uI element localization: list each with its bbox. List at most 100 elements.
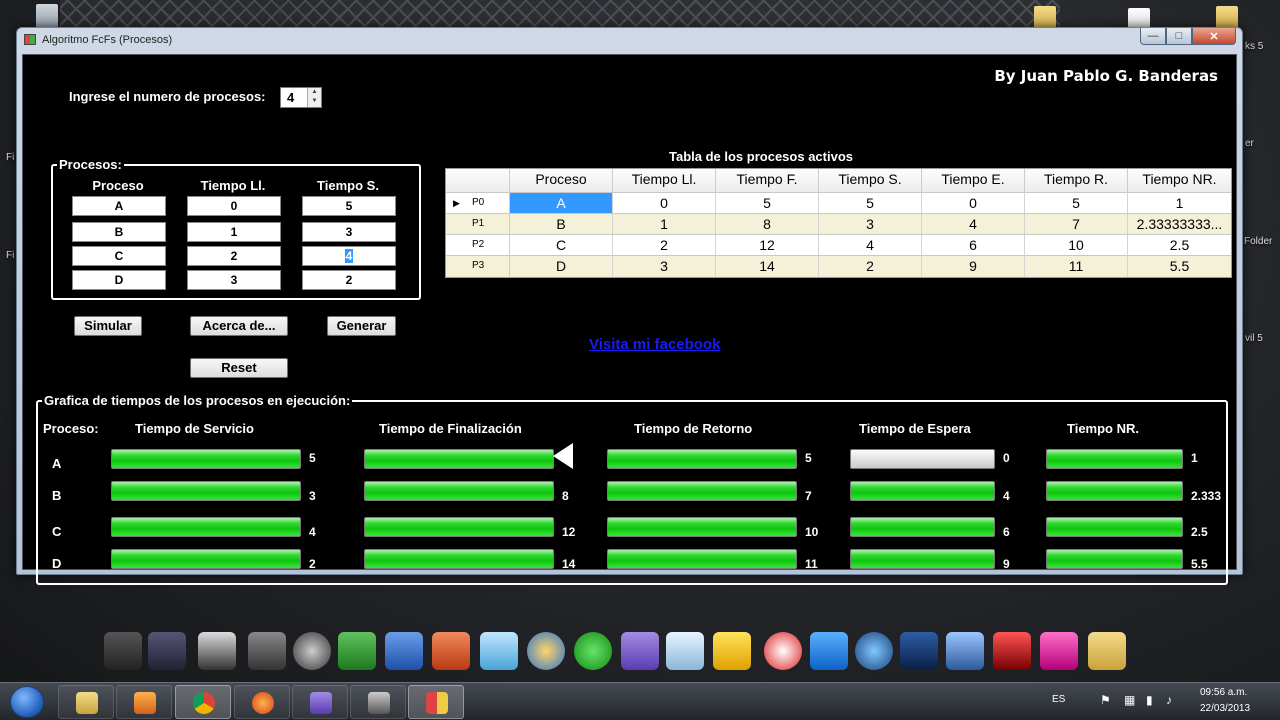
powerpoint-icon[interactable] — [432, 632, 470, 670]
table-cell[interactable]: C — [510, 235, 613, 255]
table-cell[interactable]: 1 — [1128, 193, 1231, 213]
proceso-field[interactable]: A — [72, 196, 166, 216]
table-cell[interactable]: 14 — [716, 256, 819, 277]
llegada-field[interactable]: 2 — [187, 246, 281, 266]
taskbar-chrome[interactable] — [175, 685, 231, 719]
row-header[interactable]: P2 — [446, 235, 510, 255]
column-header[interactable]: Tiempo NR. — [1128, 169, 1231, 192]
table-cell[interactable]: 6 — [922, 235, 1025, 255]
taskbar-fcfs-app[interactable] — [408, 685, 464, 719]
taskbar-app[interactable] — [350, 685, 406, 719]
generar-button[interactable]: Generar — [327, 316, 396, 336]
taskbar-firefox[interactable] — [234, 685, 290, 719]
table-cell[interactable]: 12 — [716, 235, 819, 255]
clock-date[interactable]: 22/03/2013 — [1200, 703, 1250, 714]
column-header[interactable]: Tiempo Ll. — [613, 169, 716, 192]
table-cell[interactable]: 2 — [613, 235, 716, 255]
llegada-field[interactable]: 3 — [187, 270, 281, 290]
dock-app-icon[interactable] — [993, 632, 1031, 670]
dock-app-icon[interactable] — [855, 632, 893, 670]
maximize-button[interactable]: □ — [1166, 28, 1192, 45]
dock-app-icon[interactable] — [1088, 632, 1126, 670]
taskbar-media[interactable] — [116, 685, 172, 719]
servicio-field[interactable]: 2 — [302, 270, 396, 290]
table-cell[interactable]: 5 — [1025, 193, 1128, 213]
teamviewer-icon[interactable] — [810, 632, 848, 670]
table-cell[interactable]: 7 — [1025, 214, 1128, 234]
taskbar-visual-studio[interactable] — [292, 685, 348, 719]
dock-app-icon[interactable] — [198, 632, 236, 670]
process-table[interactable]: Proceso Tiempo Ll. Tiempo F. Tiempo S. T… — [445, 168, 1232, 278]
acerca-button[interactable]: Acerca de... — [190, 316, 288, 336]
utorrent-icon[interactable] — [574, 632, 612, 670]
row-header[interactable]: P1 — [446, 214, 510, 234]
servicio-field-selected[interactable]: 4 — [302, 246, 396, 266]
llegada-field[interactable]: 0 — [187, 196, 281, 216]
table-cell[interactable]: 5.5 — [1128, 256, 1231, 277]
column-header[interactable]: Tiempo E. — [922, 169, 1025, 192]
dock-app-icon[interactable] — [764, 632, 802, 670]
table-cell[interactable]: 9 — [922, 256, 1025, 277]
table-cell[interactable]: 2.33333333... — [1128, 214, 1231, 234]
proceso-field[interactable]: B — [72, 222, 166, 242]
table-cell[interactable]: 3 — [613, 256, 716, 277]
process-count-spinner[interactable]: 4 ▲ ▼ — [280, 87, 322, 108]
proceso-field[interactable]: D — [72, 270, 166, 290]
taskbar-explorer[interactable] — [58, 685, 114, 719]
column-header[interactable]: Proceso — [510, 169, 613, 192]
visual-studio-icon[interactable] — [621, 632, 659, 670]
table-cell-selected[interactable]: A — [510, 193, 613, 213]
table-cell[interactable]: 4 — [922, 214, 1025, 234]
dock-app-icon[interactable] — [104, 632, 142, 670]
row-header[interactable]: ▶ P0 — [446, 193, 510, 213]
reset-button[interactable]: Reset — [190, 358, 288, 378]
facebook-link[interactable]: Visita mi facebook — [589, 336, 720, 353]
dock-app-icon[interactable] — [713, 632, 751, 670]
simular-button[interactable]: Simular — [74, 316, 142, 336]
excel-icon[interactable] — [338, 632, 376, 670]
volume-icon[interactable]: ♪ — [1166, 693, 1172, 707]
photoshop-icon[interactable] — [900, 632, 938, 670]
flag-icon[interactable]: ⚑ — [1100, 693, 1111, 707]
table-cell[interactable]: 0 — [613, 193, 716, 213]
dock-app-icon[interactable] — [148, 632, 186, 670]
signal-icon[interactable]: ▮ — [1146, 693, 1153, 707]
title-bar[interactable]: Algoritmo FcFs (Procesos) — □ ✕ — [17, 28, 1242, 52]
table-row[interactable]: P3 D 3 14 2 9 11 5.5 — [446, 256, 1231, 277]
table-cell[interactable]: 10 — [1025, 235, 1128, 255]
virtualbox-icon[interactable] — [946, 632, 984, 670]
table-cell[interactable]: 0 — [922, 193, 1025, 213]
table-cell[interactable]: 4 — [819, 235, 922, 255]
dock-app-icon[interactable] — [666, 632, 704, 670]
close-button[interactable]: ✕ — [1192, 28, 1236, 45]
column-header[interactable]: Tiempo R. — [1025, 169, 1128, 192]
word-icon[interactable] — [385, 632, 423, 670]
spinner-down-icon[interactable]: ▼ — [308, 97, 321, 106]
dock-app-icon[interactable] — [1040, 632, 1078, 670]
table-row[interactable]: ▶ P0 A 0 5 5 0 5 1 — [446, 193, 1231, 214]
language-indicator[interactable]: ES — [1052, 694, 1065, 705]
spinner-up-icon[interactable]: ▲ — [308, 88, 321, 97]
servicio-field[interactable]: 5 — [302, 196, 396, 216]
table-cell[interactable]: 5 — [819, 193, 922, 213]
table-cell[interactable]: 2 — [819, 256, 922, 277]
table-cell[interactable]: 11 — [1025, 256, 1128, 277]
table-cell[interactable]: 5 — [716, 193, 819, 213]
network-icon[interactable]: ▦ — [1124, 693, 1135, 707]
column-header[interactable]: Tiempo S. — [819, 169, 922, 192]
table-row[interactable]: P2 C 2 12 4 6 10 2.5 — [446, 235, 1231, 256]
table-cell[interactable]: 2.5 — [1128, 235, 1231, 255]
table-cell[interactable]: D — [510, 256, 613, 277]
table-row[interactable]: P1 B 1 8 3 4 7 2.33333333... — [446, 214, 1231, 235]
start-button[interactable] — [10, 686, 44, 718]
row-header[interactable]: P3 — [446, 256, 510, 277]
llegada-field[interactable]: 1 — [187, 222, 281, 242]
table-cell[interactable]: 8 — [716, 214, 819, 234]
dock-app-icon[interactable] — [293, 632, 331, 670]
proceso-field[interactable]: C — [72, 246, 166, 266]
column-header[interactable]: Tiempo F. — [716, 169, 819, 192]
table-cell[interactable]: B — [510, 214, 613, 234]
servicio-field[interactable]: 3 — [302, 222, 396, 242]
minimize-button[interactable]: — — [1140, 28, 1166, 45]
dock-app-icon[interactable] — [480, 632, 518, 670]
